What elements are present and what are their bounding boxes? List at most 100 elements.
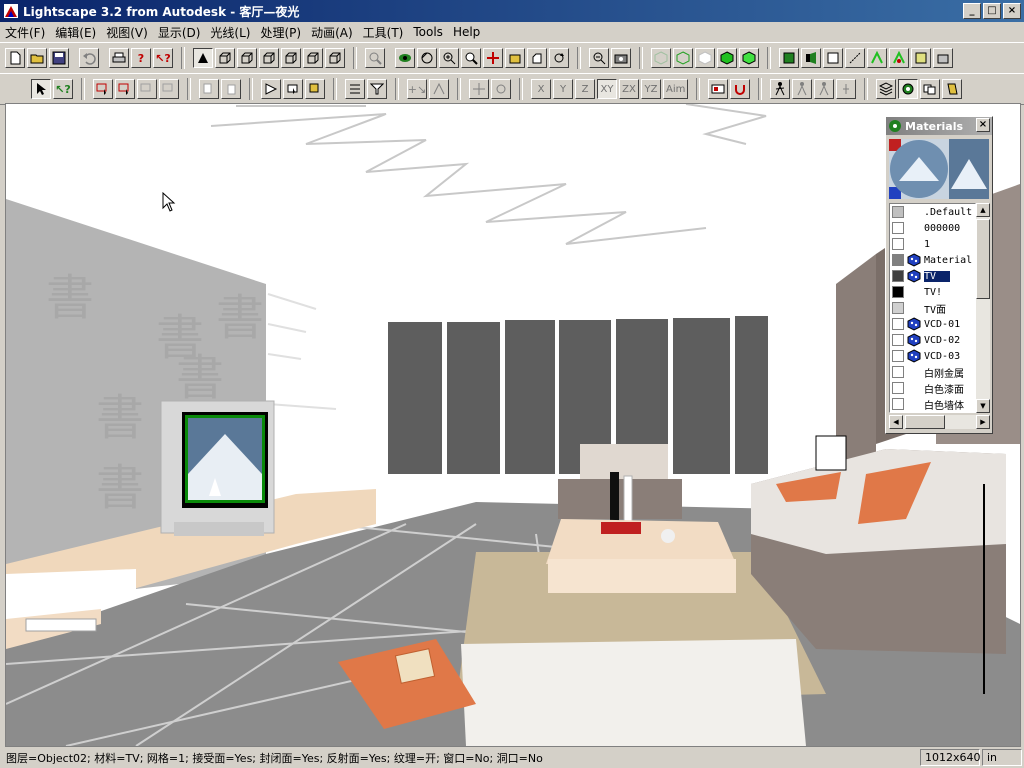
- list-icon[interactable]: [345, 79, 365, 99]
- select-window-icon[interactable]: [93, 79, 113, 99]
- magnet-icon[interactable]: [730, 79, 751, 99]
- menu-help[interactable]: Help: [448, 25, 485, 39]
- undo-icon[interactable]: [79, 48, 99, 68]
- wireframe-green-icon[interactable]: [673, 48, 693, 68]
- material-list-item[interactable]: TV: [890, 268, 975, 284]
- material-list-item[interactable]: 白刚金属: [890, 364, 975, 380]
- walk-person-3-icon[interactable]: [814, 79, 835, 99]
- materials-list[interactable]: .Default 000000 1 Material TV TV! TV面 VCD-01 VCD…: [889, 203, 976, 413]
- materials-icon[interactable]: [898, 79, 919, 99]
- plane-zx-button[interactable]: ZX: [619, 79, 639, 99]
- open-folder-icon[interactable]: [27, 48, 47, 68]
- menu-view[interactable]: 视图(V): [101, 24, 153, 41]
- surface-select-icon[interactable]: [261, 79, 281, 99]
- slash-icon[interactable]: [845, 48, 865, 68]
- view-top-icon[interactable]: [303, 48, 323, 68]
- menu-process[interactable]: 处理(P): [255, 24, 306, 41]
- materials-close-button[interactable]: ×: [976, 118, 990, 132]
- materials-horizontal-scrollbar[interactable]: ◀ ▶: [889, 415, 990, 429]
- materials-vertical-scrollbar[interactable]: ▲ ▼: [976, 203, 990, 413]
- move-icon[interactable]: [469, 79, 489, 99]
- view-bottom-icon[interactable]: [325, 48, 345, 68]
- light-icon[interactable]: [801, 48, 821, 68]
- scroll-thumb[interactable]: [976, 219, 990, 299]
- view-right-icon[interactable]: [281, 48, 301, 68]
- new-file-icon[interactable]: [5, 48, 25, 68]
- material-list-item[interactable]: TV!: [890, 284, 975, 300]
- menu-file[interactable]: 文件(F): [0, 24, 50, 41]
- hand-icon[interactable]: [527, 48, 547, 68]
- view-walk-icon[interactable]: [193, 48, 213, 68]
- materials-title-bar[interactable]: Materials ×: [886, 117, 992, 135]
- help-icon[interactable]: ?: [131, 48, 151, 68]
- hscroll-thumb[interactable]: [905, 415, 945, 429]
- zoom-plus-icon[interactable]: [439, 48, 459, 68]
- plane-yz-button[interactable]: YZ: [641, 79, 661, 99]
- close-button[interactable]: ×: [1003, 3, 1021, 19]
- lights-icon[interactable]: [942, 79, 963, 99]
- material-list-item[interactable]: 白色陶瓷: [890, 412, 975, 413]
- scroll-up-icon[interactable]: ▲: [976, 203, 990, 217]
- material-select-icon[interactable]: [305, 79, 325, 99]
- copy-icon[interactable]: [199, 79, 219, 99]
- menu-edit[interactable]: 编辑(E): [50, 24, 101, 41]
- solid-shaded-icon[interactable]: [717, 48, 737, 68]
- menu-animation[interactable]: 动画(A): [306, 24, 358, 41]
- scroll-left-icon[interactable]: ◀: [889, 415, 903, 429]
- walk-person-2-icon[interactable]: [792, 79, 813, 99]
- material-list-item[interactable]: 白色漆面: [890, 380, 975, 396]
- select-query-icon[interactable]: ↖?: [53, 79, 73, 99]
- material-list-item[interactable]: .Default: [890, 204, 975, 220]
- filter-icon[interactable]: [367, 79, 387, 99]
- properties-icon[interactable]: [708, 79, 729, 99]
- menu-light[interactable]: 光线(L): [205, 24, 255, 41]
- materials-palette-icon[interactable]: [911, 48, 931, 68]
- window-object-icon[interactable]: [823, 48, 843, 68]
- zoom-extents-icon[interactable]: [365, 48, 385, 68]
- plane-xy-button[interactable]: XY: [597, 79, 617, 99]
- scroll-right-icon[interactable]: ▶: [976, 415, 990, 429]
- menu-tools[interactable]: Tools: [408, 25, 448, 39]
- paste-icon[interactable]: [221, 79, 241, 99]
- context-help-icon[interactable]: ↖?: [153, 48, 173, 68]
- scroll-down-icon[interactable]: ▼: [976, 399, 990, 413]
- rotate-icon[interactable]: [491, 79, 511, 99]
- zoom-window-icon[interactable]: [589, 48, 609, 68]
- hidden-line-icon[interactable]: [695, 48, 715, 68]
- eye-icon[interactable]: [395, 48, 415, 68]
- axis-x-button[interactable]: X: [531, 79, 551, 99]
- settings-icon[interactable]: [933, 48, 953, 68]
- view-back-icon[interactable]: [237, 48, 257, 68]
- menu-tools-cn[interactable]: 工具(T): [358, 24, 409, 41]
- material-list-item[interactable]: 000000: [890, 220, 975, 236]
- material-list-item[interactable]: VCD-01: [890, 316, 975, 332]
- view-front-icon[interactable]: [215, 48, 235, 68]
- blocks-icon[interactable]: [920, 79, 941, 99]
- minimize-button[interactable]: _: [963, 3, 981, 19]
- menu-display[interactable]: 显示(D): [153, 24, 206, 41]
- layer-icon[interactable]: [779, 48, 799, 68]
- process-icon[interactable]: [889, 48, 909, 68]
- snap-object-icon[interactable]: [429, 79, 449, 99]
- camera-icon[interactable]: [611, 48, 631, 68]
- material-list-item[interactable]: 白色墙体: [890, 396, 975, 412]
- layers-icon[interactable]: [876, 79, 897, 99]
- object-select-icon[interactable]: [283, 79, 303, 99]
- smooth-shaded-icon[interactable]: [739, 48, 759, 68]
- select-add-icon[interactable]: [115, 79, 135, 99]
- material-list-item[interactable]: 1: [890, 236, 975, 252]
- dolly-icon[interactable]: [505, 48, 525, 68]
- maximize-button[interactable]: □: [983, 3, 1001, 19]
- material-list-item[interactable]: VCD-03: [890, 348, 975, 364]
- axis-z-button[interactable]: Z: [575, 79, 595, 99]
- select-toggle-icon[interactable]: [159, 79, 179, 99]
- material-list-item[interactable]: TV面: [890, 300, 975, 316]
- select-remove-icon[interactable]: [137, 79, 157, 99]
- radiosity-icon[interactable]: [867, 48, 887, 68]
- print-icon[interactable]: [109, 48, 129, 68]
- zoom-icon[interactable]: [461, 48, 481, 68]
- aim-button[interactable]: Aim: [663, 79, 689, 99]
- material-list-item[interactable]: VCD-02: [890, 332, 975, 348]
- view-left-icon[interactable]: [259, 48, 279, 68]
- select-arrow-icon[interactable]: [31, 79, 51, 99]
